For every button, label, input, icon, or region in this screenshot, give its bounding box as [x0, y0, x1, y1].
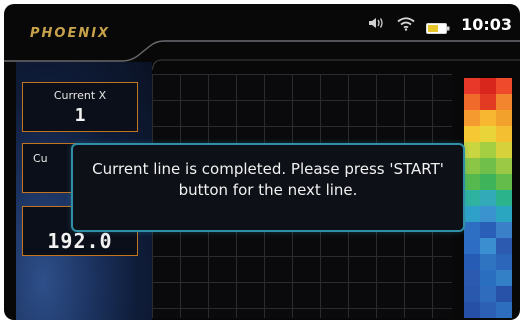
scale-block — [464, 238, 480, 254]
scale-block — [464, 174, 480, 190]
scale-block — [464, 126, 480, 142]
scale-block — [496, 222, 512, 238]
scale-block — [464, 142, 480, 158]
color-scale — [464, 78, 512, 318]
scale-block — [496, 142, 512, 158]
scale-block — [480, 78, 496, 94]
scale-block — [496, 190, 512, 206]
scale-block — [480, 126, 496, 142]
scale-block — [480, 110, 496, 126]
scale-block — [496, 238, 512, 254]
value-reading: 192.0 — [47, 229, 113, 253]
scale-block — [480, 270, 496, 286]
scale-block — [496, 110, 512, 126]
scale-block — [480, 302, 496, 318]
scale-block — [480, 222, 496, 238]
scale-block — [480, 158, 496, 174]
scale-block — [480, 286, 496, 302]
scale-block — [464, 110, 480, 126]
scale-block — [480, 142, 496, 158]
scale-block — [480, 94, 496, 110]
scale-block — [464, 270, 480, 286]
scale-block — [480, 174, 496, 190]
scale-block — [496, 94, 512, 110]
scale-block — [464, 254, 480, 270]
dialog-message: Current line is completed. Please press … — [92, 160, 444, 199]
current-x-value: 1 — [74, 105, 86, 126]
scale-block — [496, 302, 512, 318]
scale-block — [464, 94, 480, 110]
scale-block — [496, 158, 512, 174]
scale-block — [464, 222, 480, 238]
scale-block — [464, 206, 480, 222]
scale-block — [464, 286, 480, 302]
scale-block — [496, 78, 512, 94]
scale-block — [496, 286, 512, 302]
scale-block — [480, 254, 496, 270]
current-y-label: Cu — [33, 152, 48, 165]
scale-block — [464, 158, 480, 174]
scale-block — [464, 78, 480, 94]
scale-block — [464, 302, 480, 318]
scale-block — [496, 254, 512, 270]
device-screen: PHOENIX 10:03 Current X 1 Cu 192.0 Curre… — [4, 4, 520, 320]
scale-block — [496, 206, 512, 222]
scale-block — [480, 206, 496, 222]
current-x-label: Current X — [53, 89, 107, 102]
scale-block — [480, 238, 496, 254]
scale-block — [496, 270, 512, 286]
current-x-box: Current X 1 — [22, 82, 138, 132]
scale-block — [464, 190, 480, 206]
notification-dialog[interactable]: Current line is completed. Please press … — [71, 143, 465, 232]
scale-block — [480, 190, 496, 206]
scale-block — [496, 174, 512, 190]
scale-block — [496, 126, 512, 142]
